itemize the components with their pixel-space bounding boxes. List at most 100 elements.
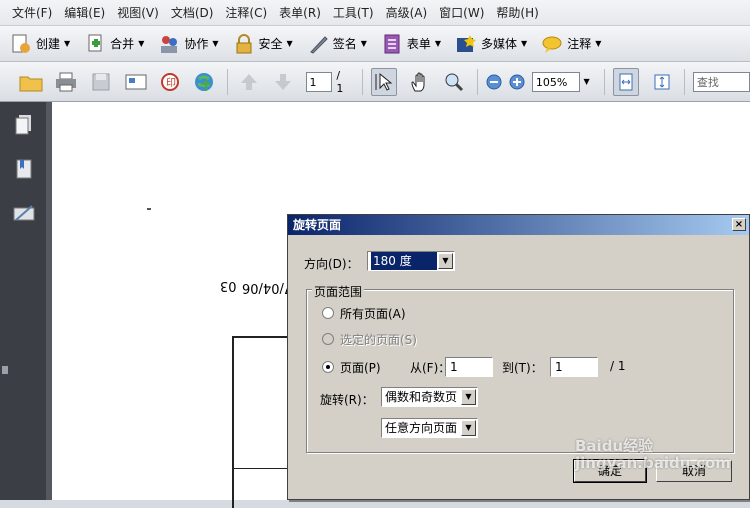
zoom-level-input[interactable]: 105% bbox=[531, 71, 580, 92]
forms-label: 表单 bbox=[406, 37, 431, 51]
separator bbox=[361, 68, 363, 95]
close-button[interactable]: × bbox=[732, 218, 746, 231]
menu-file[interactable]: 文件(F) bbox=[6, 4, 58, 21]
page-table-line bbox=[232, 468, 292, 469]
signatures-icon[interactable] bbox=[12, 202, 36, 227]
create-label: 创建 bbox=[36, 37, 61, 51]
security-button[interactable]: 安全 ▼ bbox=[233, 33, 293, 55]
rotate-label: 旋转(R)： bbox=[320, 393, 374, 407]
zoom-out-icon[interactable] bbox=[486, 69, 503, 95]
collaborate-button[interactable]: 协作 ▼ bbox=[158, 33, 219, 55]
page-count-label: / 1 bbox=[610, 359, 626, 373]
caret-icon: ▼ bbox=[434, 39, 442, 48]
web-upload-icon[interactable] bbox=[193, 69, 218, 95]
to-label: 到(T)： bbox=[502, 361, 543, 375]
zoom-in-icon[interactable] bbox=[509, 69, 526, 95]
caret-icon: ▼ bbox=[360, 39, 367, 48]
rotate-pages-select[interactable]: 偶数和奇数页 ▼ bbox=[381, 387, 478, 407]
menu-comments[interactable]: 注释(C) bbox=[219, 4, 273, 21]
radio-selected-pages[interactable] bbox=[322, 333, 334, 345]
menu-forms[interactable]: 表单(R) bbox=[273, 4, 327, 21]
radio-all-pages[interactable] bbox=[322, 307, 334, 319]
combine-label: 合并 bbox=[110, 37, 135, 51]
caret-icon: ▼ bbox=[286, 39, 293, 48]
pages-icon[interactable] bbox=[14, 114, 34, 139]
caret-icon: ▼ bbox=[64, 39, 71, 48]
all-pages-label[interactable]: 所有页面(A) bbox=[340, 305, 406, 322]
speck bbox=[147, 208, 151, 210]
combine-icon bbox=[84, 33, 106, 55]
selected-pages-label: 选定的页面(S) bbox=[340, 333, 417, 347]
direction-value: 180 度 bbox=[371, 252, 437, 270]
bookmarks-icon[interactable] bbox=[14, 158, 34, 183]
hand-tool-icon[interactable] bbox=[407, 69, 432, 95]
open-folder-icon[interactable] bbox=[18, 69, 44, 95]
pen-icon bbox=[307, 33, 329, 55]
rotated-number-text: 03 bbox=[220, 278, 237, 293]
comment-icon bbox=[541, 33, 563, 55]
multimedia-label: 多媒体 bbox=[481, 37, 518, 51]
combine-button[interactable]: 合并 ▼ bbox=[84, 33, 144, 55]
create-icon bbox=[10, 33, 32, 55]
lock-icon bbox=[233, 33, 255, 55]
dropdown-arrow-icon[interactable]: ▼ bbox=[461, 389, 476, 405]
email-icon[interactable] bbox=[123, 69, 148, 95]
page-range-label: 页面范围 bbox=[312, 283, 365, 300]
collaborate-label: 协作 bbox=[184, 37, 209, 51]
separator bbox=[683, 68, 685, 95]
search-input[interactable]: 查找 bbox=[692, 71, 750, 92]
prev-page-icon[interactable] bbox=[236, 69, 261, 95]
zoom-tool-icon[interactable] bbox=[442, 69, 467, 95]
create-button[interactable]: 创建 ▼ bbox=[10, 33, 70, 55]
direction-select[interactable]: 180 度 ▼ bbox=[367, 251, 455, 271]
dialog-title: 旋转页面 bbox=[293, 218, 342, 232]
next-page-icon[interactable] bbox=[271, 69, 296, 95]
navigation-panel bbox=[0, 102, 47, 500]
radio-pages[interactable] bbox=[322, 361, 334, 373]
comment-button[interactable]: 注释 ▼ bbox=[541, 33, 601, 55]
menu-help[interactable]: 帮助(H) bbox=[490, 4, 544, 21]
menu-tools[interactable]: 工具(T) bbox=[327, 4, 380, 21]
dropdown-arrow-icon[interactable]: ▼ bbox=[461, 420, 476, 436]
separator bbox=[476, 68, 478, 95]
menu-document[interactable]: 文档(D) bbox=[165, 4, 220, 21]
rotate-orientation-select[interactable]: 任意方向页面 ▼ bbox=[381, 418, 478, 438]
dropdown-arrow-icon[interactable]: ▼ bbox=[438, 253, 453, 269]
menu-window[interactable]: 窗口(W) bbox=[433, 4, 490, 21]
to-page-input[interactable]: 1 bbox=[550, 357, 598, 377]
sign-button[interactable]: 签名 ▼ bbox=[307, 33, 367, 55]
fit-width-icon[interactable] bbox=[649, 69, 674, 95]
caret-icon: ▼ bbox=[138, 39, 145, 48]
menu-edit[interactable]: 编辑(E) bbox=[58, 4, 111, 21]
svg-text:印: 印 bbox=[166, 77, 176, 89]
select-tool-icon[interactable] bbox=[370, 67, 398, 96]
dialog-title-bar: 旋转页面 × bbox=[288, 215, 749, 235]
separator bbox=[603, 68, 605, 95]
zoom-dropdown-icon[interactable]: ▼ bbox=[584, 77, 590, 86]
multimedia-button[interactable]: 多媒体 ▼ bbox=[455, 33, 527, 55]
caret-icon: ▼ bbox=[521, 39, 528, 48]
page-number-input[interactable]: 1 bbox=[305, 71, 333, 92]
menu-advanced[interactable]: 高级(A) bbox=[380, 4, 434, 21]
fit-page-icon[interactable] bbox=[612, 67, 640, 96]
collaborate-icon bbox=[158, 33, 180, 55]
task-toolbar: 创建 ▼ 合并 ▼ 协作 ▼ 安全 ▼ 签名 ▼ 表单 ▼ 多媒体 ▼ 注释 ▼ bbox=[0, 26, 750, 62]
file-toolbar: 印 1 / 1 105% ▼ 查找 bbox=[0, 62, 750, 102]
from-page-input[interactable]: 1 bbox=[445, 357, 493, 377]
multimedia-icon bbox=[455, 33, 477, 55]
baidu-watermark: Baidu经验 jingyan.baidu.com bbox=[575, 437, 731, 472]
save-icon[interactable] bbox=[89, 69, 114, 95]
caret-icon: ▼ bbox=[212, 39, 219, 48]
forms-button[interactable]: 表单 ▼ bbox=[381, 33, 441, 55]
caret-icon: ▼ bbox=[595, 39, 602, 48]
direction-label: 方向(D)： bbox=[304, 257, 359, 271]
rotate-orientation-value: 任意方向页面 bbox=[385, 421, 458, 435]
print-icon[interactable] bbox=[54, 69, 79, 95]
form-icon bbox=[381, 33, 403, 55]
pages-label[interactable]: 页面(P) bbox=[340, 359, 381, 376]
menu-view[interactable]: 视图(V) bbox=[111, 4, 165, 21]
menu-bar: 文件(F) 编辑(E) 视图(V) 文档(D) 注释(C) 表单(R) 工具(T… bbox=[0, 0, 750, 26]
stamp-icon[interactable]: 印 bbox=[158, 69, 183, 95]
comment-label: 注释 bbox=[567, 37, 592, 51]
page-table-outline bbox=[232, 336, 294, 508]
